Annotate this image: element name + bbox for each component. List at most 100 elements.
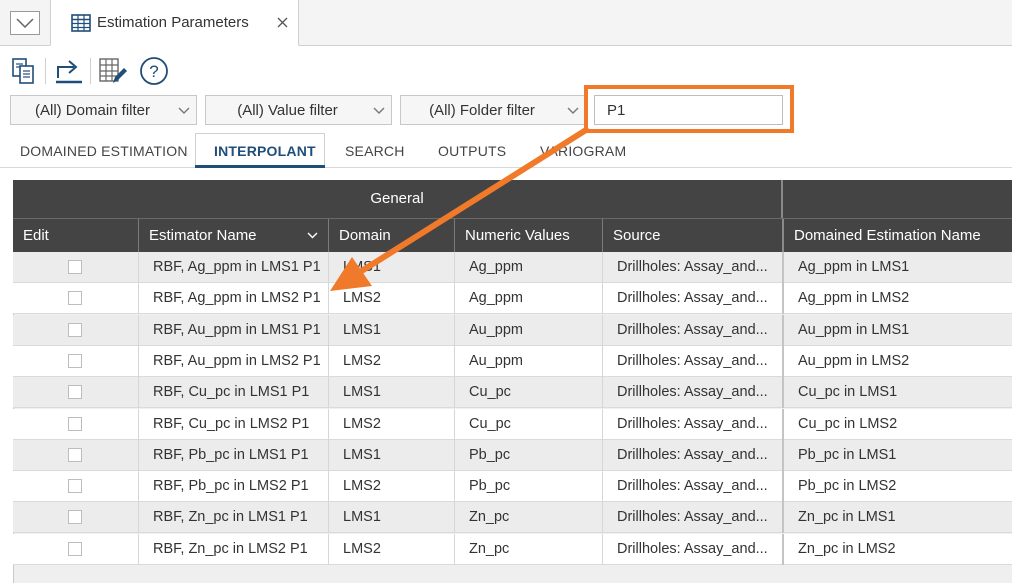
table-edit-button[interactable] bbox=[98, 56, 128, 86]
column-header-numeric-values[interactable]: Numeric Values bbox=[454, 219, 602, 252]
estimator-name-cell: RBF, Ag_ppm in LMS1 P1 bbox=[138, 252, 328, 283]
column-header-edit[interactable]: Edit bbox=[13, 219, 138, 252]
group-divider bbox=[781, 180, 783, 218]
table-row[interactable]: RBF, Ag_ppm in LMS1 P1 LMS1 Ag_ppm Drillhol… bbox=[13, 252, 1012, 283]
estimator-name-cell: RBF, Ag_ppm in LMS2 P1 bbox=[138, 283, 328, 315]
chevron-down-icon bbox=[373, 107, 385, 114]
close-icon[interactable] bbox=[277, 17, 288, 28]
table-row[interactable]: RBF, Zn_pc in LMS1 P1 LMS1 Zn_pc Drillholes… bbox=[13, 502, 1012, 534]
edit-checkbox[interactable] bbox=[68, 479, 82, 494]
table-row[interactable]: RBF, Cu_pc in LMS1 P1 LMS1 Cu_pc Drillholes… bbox=[13, 377, 1012, 409]
help-button[interactable]: ? bbox=[139, 56, 169, 86]
value-filter-select[interactable]: (All) Value filter bbox=[205, 95, 392, 125]
tab-domained-estimation[interactable]: DOMAINED ESTIMATION bbox=[20, 143, 188, 159]
column-header-domain[interactable]: Domain bbox=[328, 219, 454, 252]
domain-cell: LMS2 bbox=[328, 345, 454, 377]
source-cell: Drillholes: Assay_and... bbox=[602, 502, 782, 534]
active-tab-indicator bbox=[195, 165, 325, 168]
source-cell: Drillholes: Assay_and... bbox=[602, 252, 782, 283]
export-button[interactable] bbox=[54, 56, 84, 86]
help-icon: ? bbox=[140, 57, 168, 85]
domain-cell: LMS1 bbox=[328, 252, 454, 283]
estimator-name-cell: RBF, Au_ppm in LMS2 P1 bbox=[138, 345, 328, 377]
chevron-down-icon bbox=[567, 107, 579, 114]
domain-cell: LMS1 bbox=[328, 439, 454, 471]
estimator-name-cell: RBF, Zn_pc in LMS2 P1 bbox=[138, 533, 328, 565]
column-header-domained-estimation-name[interactable]: Domained Estimation Name bbox=[782, 219, 1012, 252]
table-row[interactable]: RBF, Au_ppm in LMS2 P1 LMS2 Au_ppm Drillhol… bbox=[13, 345, 1012, 377]
domain-filter-select[interactable]: (All) Domain filter bbox=[10, 95, 197, 125]
source-cell: Drillholes: Assay_and... bbox=[602, 439, 782, 471]
domained-estimation-name-cell: Zn_pc in LMS1 bbox=[782, 502, 1012, 534]
table-header-row: Edit Estimator Name Domain Numeric Value… bbox=[13, 218, 1012, 252]
domained-estimation-name-cell: Zn_pc in LMS2 bbox=[782, 533, 1012, 565]
edit-cell bbox=[13, 315, 138, 346]
table-edit-icon bbox=[99, 58, 127, 83]
estimator-name-cell: RBF, Zn_pc in LMS1 P1 bbox=[138, 502, 328, 534]
tab-interpolant[interactable]: INTERPOLANT bbox=[214, 143, 316, 159]
edit-checkbox[interactable] bbox=[68, 510, 82, 525]
source-cell: Drillholes: Assay_and... bbox=[602, 533, 782, 565]
edit-checkbox[interactable] bbox=[68, 260, 82, 274]
estimator-name-cell: RBF, Cu_pc in LMS1 P1 bbox=[138, 377, 328, 409]
domained-estimation-name-cell: Ag_ppm in LMS2 bbox=[782, 283, 1012, 315]
domained-estimation-name-cell: Pb_pc in LMS1 bbox=[782, 439, 1012, 471]
tab-variogram[interactable]: VARIOGRAM bbox=[540, 143, 626, 159]
numeric-values-cell: Cu_pc bbox=[454, 377, 602, 409]
edit-checkbox[interactable] bbox=[68, 291, 82, 306]
estimator-name-cell: RBF, Cu_pc in LMS2 P1 bbox=[138, 408, 328, 440]
column-header-estimator-name[interactable]: Estimator Name bbox=[138, 219, 328, 252]
domain-cell: LMS1 bbox=[328, 314, 454, 346]
numeric-values-cell: Au_ppm bbox=[454, 345, 602, 377]
domained-estimation-name-cell: Ag_ppm in LMS1 bbox=[782, 252, 1012, 283]
edit-checkbox[interactable] bbox=[68, 322, 82, 337]
tab-search[interactable]: SEARCH bbox=[345, 143, 405, 159]
edit-checkbox[interactable] bbox=[68, 385, 82, 400]
column-header-label: Estimator Name bbox=[149, 227, 257, 244]
numeric-values-cell: Zn_pc bbox=[454, 533, 602, 565]
edit-checkbox[interactable] bbox=[68, 416, 82, 431]
search-input[interactable] bbox=[594, 95, 783, 125]
numeric-values-cell: Pb_pc bbox=[454, 471, 602, 503]
domain-filter-value: (All) Domain filter bbox=[34, 102, 151, 119]
source-cell: Drillholes: Assay_and... bbox=[602, 314, 782, 346]
domained-estimation-name-cell: Pb_pc in LMS2 bbox=[782, 471, 1012, 503]
edit-cell bbox=[13, 440, 138, 471]
tab-outputs[interactable]: OUTPUTS bbox=[438, 143, 506, 159]
table-row[interactable]: RBF, Pb_pc in LMS2 P1 LMS2 Pb_pc Drillholes… bbox=[13, 471, 1012, 503]
domain-cell: LMS2 bbox=[328, 408, 454, 440]
toolbar-separator bbox=[45, 58, 46, 84]
source-cell: Drillholes: Assay_and... bbox=[602, 408, 782, 440]
table-grid-icon bbox=[71, 14, 91, 32]
document-tab[interactable]: Estimation Parameters bbox=[50, 0, 299, 46]
source-cell: Drillholes: Assay_and... bbox=[602, 471, 782, 503]
estimator-name-cell: RBF, Au_ppm in LMS1 P1 bbox=[138, 314, 328, 346]
edit-checkbox[interactable] bbox=[68, 447, 82, 462]
source-cell: Drillholes: Assay_and... bbox=[602, 283, 782, 315]
edit-cell bbox=[13, 377, 138, 408]
table-row[interactable]: RBF, Ag_ppm in LMS2 P1 LMS2 Ag_ppm Drillhol… bbox=[13, 283, 1012, 315]
tab-title: Estimation Parameters bbox=[97, 14, 249, 31]
table-group-header: General bbox=[13, 180, 1012, 218]
sort-chevron-icon bbox=[307, 232, 318, 239]
domained-estimation-name-cell: Cu_pc in LMS2 bbox=[782, 408, 1012, 440]
numeric-values-cell: Zn_pc bbox=[454, 502, 602, 534]
edit-cell bbox=[13, 534, 138, 565]
chevron-down-icon bbox=[16, 18, 34, 28]
domain-cell: LMS1 bbox=[328, 502, 454, 534]
column-header-source[interactable]: Source bbox=[602, 219, 782, 252]
export-icon bbox=[56, 60, 82, 84]
table-row[interactable]: RBF, Cu_pc in LMS2 P1 LMS2 Cu_pc Drillholes… bbox=[13, 408, 1012, 440]
domain-cell: LMS2 bbox=[328, 283, 454, 315]
folder-filter-value: (All) Folder filter bbox=[429, 102, 535, 119]
edit-checkbox[interactable] bbox=[68, 353, 82, 368]
table-row[interactable]: RBF, Au_ppm in LMS1 P1 LMS1 Au_ppm Drillhol… bbox=[13, 314, 1012, 346]
table-row[interactable]: RBF, Zn_pc in LMS2 P1 LMS2 Zn_pc Drillholes… bbox=[13, 533, 1012, 565]
table-row[interactable]: RBF, Pb_pc in LMS1 P1 LMS1 Pb_pc Drillholes… bbox=[13, 439, 1012, 471]
copy-button[interactable] bbox=[10, 56, 40, 86]
folder-filter-select[interactable]: (All) Folder filter bbox=[400, 95, 586, 125]
edit-checkbox[interactable] bbox=[68, 541, 82, 556]
domain-cell: LMS1 bbox=[328, 377, 454, 409]
tab-list-dropdown[interactable] bbox=[10, 11, 40, 35]
numeric-values-cell: Pb_pc bbox=[454, 439, 602, 471]
